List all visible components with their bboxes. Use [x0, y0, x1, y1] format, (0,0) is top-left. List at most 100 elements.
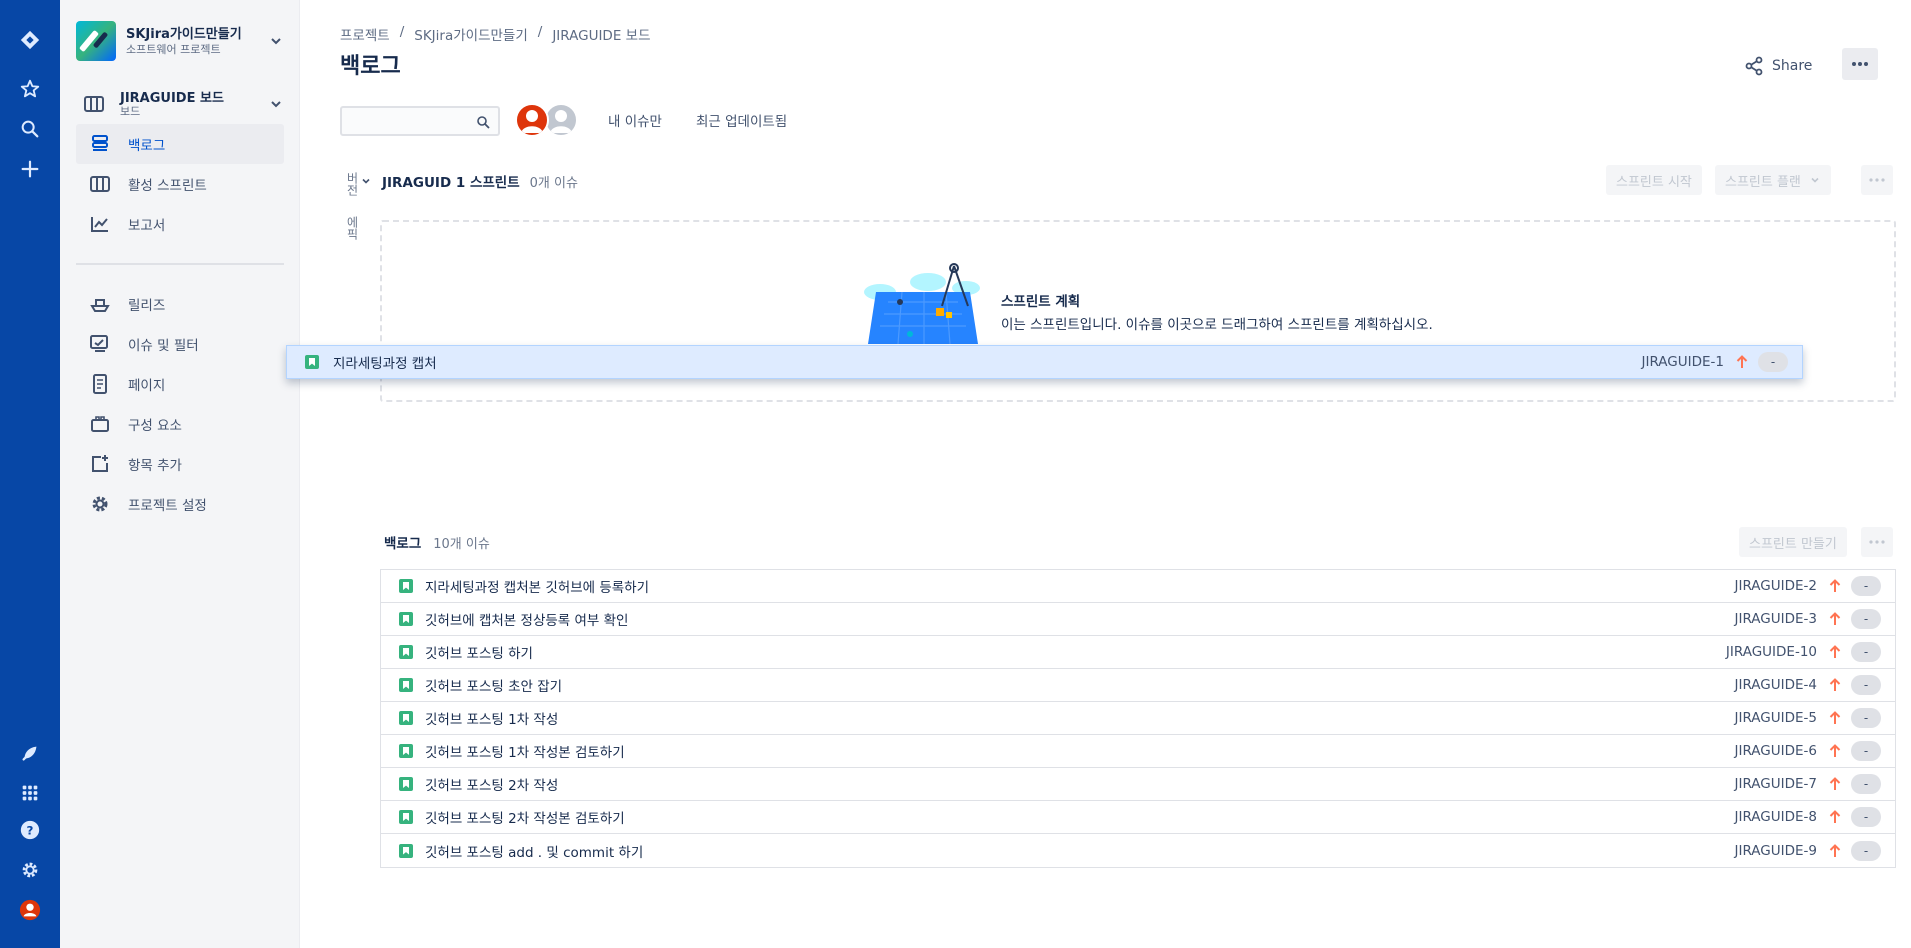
- priority-high-icon: [1827, 710, 1843, 726]
- search-input[interactable]: [348, 112, 468, 132]
- backlog-title: 백로그: [384, 536, 422, 552]
- sidebar-item-issues-filters[interactable]: 이슈 및 필터: [76, 324, 284, 364]
- chart-line-icon: [88, 212, 112, 236]
- story-points-badge[interactable]: -: [1851, 807, 1881, 827]
- story-points-badge[interactable]: -: [1851, 708, 1881, 728]
- breadcrumb-project[interactable]: SKJira가이드만들기: [414, 24, 528, 44]
- table-row[interactable]: 깃허브 포스팅 1차 작성 JIRAGUIDE-5 -: [381, 702, 1895, 735]
- share-button[interactable]: Share: [1744, 50, 1812, 82]
- sidebar-item-reports[interactable]: 보고서: [76, 204, 284, 244]
- board-type: 보드: [120, 104, 141, 118]
- story-points-badge[interactable]: -: [1851, 774, 1881, 794]
- backlog-more-button[interactable]: [1861, 527, 1893, 557]
- sprint-name: JIRAGUID 1 스프린트: [382, 175, 520, 191]
- sprint-plan-label: 스프린트 플랜: [1725, 174, 1801, 190]
- story-points-badge[interactable]: -: [1758, 352, 1788, 372]
- chevron-down-icon: [268, 96, 284, 112]
- priority-high-icon: [1827, 611, 1843, 627]
- issue-key[interactable]: JIRAGUIDE-7: [1734, 776, 1817, 792]
- help-icon[interactable]: ?: [14, 814, 46, 846]
- dragged-issue-card[interactable]: 지라세팅과정 캡처 JIRAGUIDE-1 -: [286, 345, 1803, 379]
- jira-logo-icon[interactable]: [14, 24, 46, 56]
- versions-panel-toggle[interactable]: 버전: [344, 172, 361, 196]
- user-avatar-icon: [521, 110, 543, 133]
- table-row[interactable]: 깃허브 포스팅 하기 JIRAGUIDE-10 -: [381, 636, 1895, 669]
- issue-summary: 깃허브 포스팅 하기: [425, 646, 533, 662]
- issue-key[interactable]: JIRAGUIDE-1: [1641, 354, 1724, 370]
- sidebar-item-backlog[interactable]: 백로그: [76, 124, 284, 164]
- story-points-badge[interactable]: -: [1851, 741, 1881, 761]
- breadcrumb-projects[interactable]: 프로젝트: [340, 24, 390, 44]
- board-switcher[interactable]: JIRAGUIDE 보드 보드: [76, 88, 284, 120]
- create-plus-icon[interactable]: [14, 153, 46, 185]
- backlog-header: 백로그 10개 이슈: [384, 532, 490, 552]
- issue-summary: 깃허브 포스팅 2차 작성: [425, 778, 559, 794]
- epics-panel-toggle[interactable]: 에픽: [344, 216, 361, 240]
- priority-high-icon: [1827, 843, 1843, 859]
- sidebar-item-label: 보고서: [128, 218, 166, 234]
- table-row[interactable]: 깃허브 포스팅 2차 작성본 검토하기 JIRAGUIDE-8 -: [381, 801, 1895, 834]
- issue-key[interactable]: JIRAGUIDE-10: [1726, 644, 1817, 660]
- story-icon: [399, 777, 413, 791]
- issue-summary: 지라세팅과정 캡처본 깃허브에 등록하기: [425, 580, 650, 596]
- issue-key[interactable]: JIRAGUIDE-5: [1734, 710, 1817, 726]
- issue-key[interactable]: JIRAGUIDE-3: [1734, 611, 1817, 627]
- breadcrumb-board[interactable]: JIRAGUIDE 보드: [552, 24, 650, 44]
- story-icon: [399, 711, 413, 725]
- sidebar-item-label: 이슈 및 필터: [128, 338, 199, 354]
- sidebar-item-label: 항목 추가: [128, 458, 182, 474]
- settings-gear-icon[interactable]: [14, 854, 46, 886]
- search-icon[interactable]: [14, 113, 46, 145]
- story-icon: [399, 744, 413, 758]
- table-row[interactable]: 깃허브 포스팅 2차 작성 JIRAGUIDE-7 -: [381, 768, 1895, 801]
- profile-avatar-icon[interactable]: [14, 894, 46, 926]
- project-switcher[interactable]: SKJira가이드만들기 소프트웨어 프로젝트: [76, 20, 284, 62]
- issue-key[interactable]: JIRAGUIDE-6: [1734, 743, 1817, 759]
- unassigned-avatar-filter[interactable]: [544, 103, 578, 137]
- user-avatar-filter[interactable]: [515, 103, 549, 137]
- issue-summary: 깃허브 포스팅 1차 작성본 검토하기: [425, 745, 625, 761]
- sidebar-item-active-sprint[interactable]: 활성 스프린트: [76, 164, 284, 204]
- table-row[interactable]: 깃허브에 캡처본 정상등록 여부 확인 JIRAGUIDE-3 -: [381, 603, 1895, 636]
- share-label: Share: [1772, 58, 1813, 74]
- priority-high-icon: [1827, 677, 1843, 693]
- backlog-issue-count: 10개 이슈: [433, 536, 490, 552]
- quick-filter-my-issues[interactable]: 내 이슈만: [608, 110, 662, 130]
- more-actions-button[interactable]: [1842, 48, 1878, 80]
- star-icon[interactable]: [14, 73, 46, 105]
- story-points-badge[interactable]: -: [1851, 840, 1881, 861]
- story-icon: [399, 645, 413, 659]
- story-points-badge[interactable]: -: [1851, 609, 1881, 629]
- rocket-icon[interactable]: [14, 737, 46, 769]
- chevron-down-icon[interactable]: [360, 175, 372, 187]
- issue-key[interactable]: JIRAGUIDE-2: [1734, 578, 1817, 594]
- sprint-more-button[interactable]: [1861, 165, 1893, 195]
- sprint-planning-illustration: [864, 263, 980, 344]
- story-points-badge[interactable]: -: [1851, 642, 1881, 662]
- sidebar-item-pages[interactable]: 페이지: [76, 364, 284, 404]
- table-row[interactable]: 깃허브 포스팅 초안 잡기 JIRAGUIDE-4 -: [381, 669, 1895, 702]
- table-row[interactable]: 깃허브 포스팅 add . 및 commit 하기 JIRAGUIDE-9 -: [381, 834, 1895, 867]
- table-row[interactable]: 지라세팅과정 캡처본 깃허브에 등록하기 JIRAGUIDE-2 -: [381, 570, 1895, 603]
- sprint-plan-button[interactable]: 스프린트 플랜: [1715, 165, 1831, 195]
- search-icon: [477, 116, 490, 129]
- create-sprint-button[interactable]: 스프린트 만들기: [1739, 527, 1847, 557]
- sidebar-item-components[interactable]: 구성 요소: [76, 404, 284, 444]
- story-points-badge[interactable]: -: [1851, 576, 1881, 596]
- issue-key[interactable]: JIRAGUIDE-9: [1734, 843, 1817, 859]
- page-title: 백로그: [340, 54, 401, 79]
- board-columns-icon: [88, 172, 112, 196]
- start-sprint-button[interactable]: 스프린트 시작: [1606, 165, 1702, 195]
- chevron-down-icon: [268, 33, 284, 49]
- quick-filter-recently-updated[interactable]: 최근 업데이트됨: [696, 110, 787, 130]
- sidebar-item-releases[interactable]: 릴리즈: [76, 284, 284, 324]
- sidebar-item-project-settings[interactable]: 프로젝트 설정: [76, 484, 284, 524]
- breadcrumb: 프로젝트 / SKJira가이드만들기 / JIRAGUIDE 보드: [340, 24, 651, 44]
- table-row[interactable]: 깃허브 포스팅 1차 작성본 검토하기 JIRAGUIDE-6 -: [381, 735, 1895, 768]
- story-points-badge[interactable]: -: [1851, 675, 1881, 695]
- issue-key[interactable]: JIRAGUIDE-8: [1734, 809, 1817, 825]
- app-switcher-icon[interactable]: [14, 777, 46, 809]
- component-icon: [88, 412, 112, 436]
- issue-key[interactable]: JIRAGUIDE-4: [1734, 677, 1817, 693]
- sidebar-item-add-item[interactable]: 항목 추가: [76, 444, 284, 484]
